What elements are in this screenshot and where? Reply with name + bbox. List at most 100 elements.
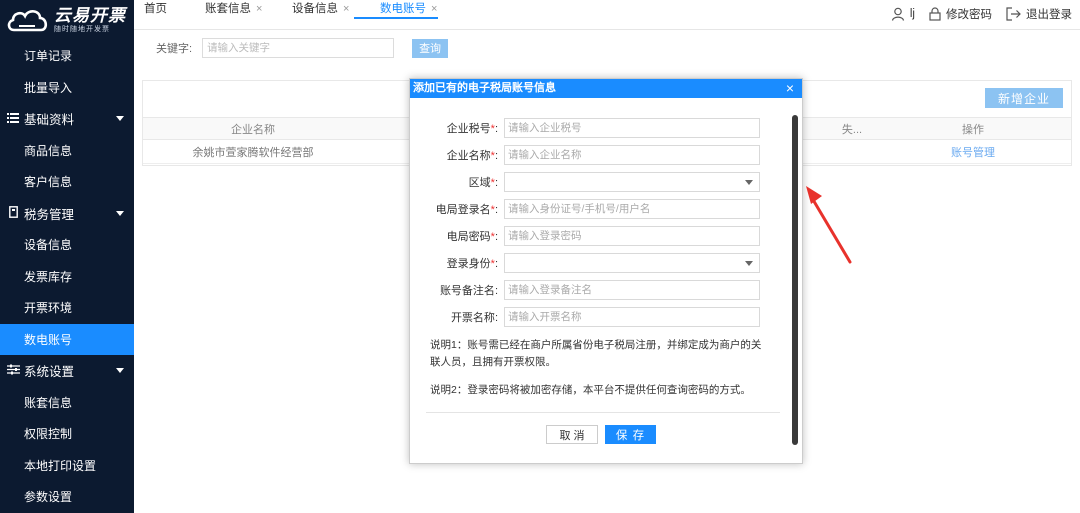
active-tab-indicator [354,17,438,19]
field-colon: : [494,312,498,324]
field-colon: : [494,150,498,162]
tab-0[interactable]: 首页 [144,0,167,18]
sidebar-item-3[interactable]: 商品信息 [0,135,134,167]
tab-label: 设备信息 [292,3,338,15]
field-label-text: 企业名称 [446,150,491,162]
company-name-cell: 余姚市萱家腾软件经营部 [192,146,314,159]
sidebar-group-label: 税务管理 [24,207,75,222]
logo-title: 云易开票 [54,6,126,25]
add-account-dialog: 添加已有的电子税局账号信息 × 企业税号*:企业名称*:区域*:电局登录名*:电… [409,78,803,464]
field-input[interactable] [504,280,760,300]
user-actions: lj 修改密码 退出登录 [877,6,1072,22]
close-tab-icon[interactable]: × [343,3,349,15]
logout-icon [1006,7,1021,21]
close-icon[interactable]: × [786,79,794,98]
form-row: 登录身份*: [410,253,760,273]
field-label: 账号备注名: [410,282,498,298]
sidebar-item-7[interactable]: 发票库存 [0,261,134,293]
field-input[interactable] [504,226,760,246]
file-icon [6,205,20,221]
sidebar: 云易开票 随时随地开发票 订单记录 批量导入基础资料商品信息 客户信息税务管理设备信… [0,0,134,513]
field-colon: : [494,285,498,297]
field-label: 登录身份*: [410,255,498,271]
column-header-actions: 操作 [962,123,984,136]
field-label: 企业税号*: [410,120,498,136]
sidebar-item-4[interactable]: 客户信息 [0,166,134,198]
change-password-label: 修改密码 [946,9,992,21]
field-input[interactable] [504,145,760,165]
query-button[interactable]: 查询 [412,38,449,58]
keyword-input[interactable] [202,38,395,58]
account-manage-link[interactable]: 账号管理 [873,140,1073,163]
field-colon: : [494,177,498,189]
topbar: 首页 账套信息 × 设备信息 × 数电账号 × lj 修改密码 退出登录 [134,0,1080,30]
tab-3[interactable]: 数电账号 × [380,0,437,18]
sidebar-group-2[interactable]: 基础资料 [0,103,134,135]
sidebar-item-8[interactable]: 开票环境 [0,292,134,324]
note-2: 说明2：登录密码将被加密存储，本平台不提供任何查询密码的方式。 [430,384,751,396]
sidebar-item-11[interactable]: 账套信息 [0,387,134,419]
field-label-text: 电局密码 [446,231,491,243]
field-label: 电局密码*: [410,228,498,244]
save-button[interactable]: 保 存 [605,425,656,444]
field-label-text: 账号备注名 [439,285,495,297]
add-company-button[interactable]: 新增企业 [985,88,1063,108]
field-input[interactable] [504,199,760,219]
field-label-text: 电局登录名 [435,204,491,216]
logout-link[interactable]: 退出登录 [1006,6,1072,22]
dialog-title: 添加已有的电子税局账号信息 [413,82,556,94]
field-input[interactable] [504,118,760,138]
field-label-text: 区域 [468,177,491,189]
user-menu[interactable]: lj [891,7,915,21]
logout-label: 退出登录 [1026,9,1072,21]
sidebar-group-label: 基础资料 [24,113,75,128]
tab-label: 账套信息 [205,3,251,15]
field-colon: : [494,204,498,216]
form-row: 开票名称: [410,307,760,327]
sliders-icon [6,364,20,378]
tab-1[interactable]: 账套信息 × [205,0,262,18]
sidebar-item-14[interactable]: 参数设置 [0,481,134,513]
lock-icon [929,7,941,21]
field-select[interactable] [504,172,760,192]
sidebar-group-10[interactable]: 系统设置 [0,355,134,387]
cancel-button[interactable]: 取 消 [546,425,598,444]
field-label: 区域*: [410,174,498,190]
dialog-scrollbar[interactable] [792,115,798,445]
list-icon [6,112,20,126]
logo[interactable]: 云易开票 随时随地开发票 [0,0,134,40]
chevron-down-icon [116,368,124,373]
dropdown-arrow-icon [745,180,753,185]
user-name: lj [909,8,915,20]
logo-subtitle: 随时随地开发票 [54,26,110,33]
user-icon [891,7,904,21]
close-tab-icon[interactable]: × [431,3,437,15]
form-row: 企业税号*: [410,118,760,138]
dropdown-arrow-icon [745,261,753,266]
field-colon: : [494,123,498,135]
chevron-down-icon [116,116,124,121]
column-header-status: 失... [841,123,863,136]
sidebar-item-13[interactable]: 本地打印设置 [0,450,134,482]
dialog-header: 添加已有的电子税局账号信息 × [410,79,802,98]
tab-2[interactable]: 设备信息 × [292,0,349,18]
sidebar-group-label: 系统设置 [24,365,75,380]
field-label: 开票名称: [410,309,498,325]
field-input[interactable] [504,307,760,327]
sidebar-item-9[interactable]: 数电账号 [0,323,134,355]
note-1: 说明1：账号需已经在商户所属省份电子税局注册，并绑定成为商户的关联人员，且拥有开… [430,339,762,368]
change-password-link[interactable]: 修改密码 [929,6,992,22]
sidebar-item-6[interactable]: 设备信息 [0,229,134,261]
sidebar-group-5[interactable]: 税务管理 [0,198,134,230]
sidebar-nav: 订单记录 批量导入基础资料商品信息 客户信息税务管理设备信息 发票库存 开票环境 数电账号… [0,40,134,513]
sidebar-item-12[interactable]: 权限控制 [0,418,134,450]
field-select[interactable] [504,253,760,273]
sidebar-item-1[interactable]: 批量导入 [0,72,134,104]
cloud-logo-icon [7,10,48,32]
field-label: 企业名称*: [410,147,498,163]
sidebar-item-0[interactable]: 订单记录 [0,40,134,72]
close-tab-icon[interactable]: × [256,3,262,15]
field-label-text: 开票名称 [450,312,495,324]
search-row: 关键字: 查询 [156,38,449,58]
field-label-text: 企业税号 [446,123,491,135]
